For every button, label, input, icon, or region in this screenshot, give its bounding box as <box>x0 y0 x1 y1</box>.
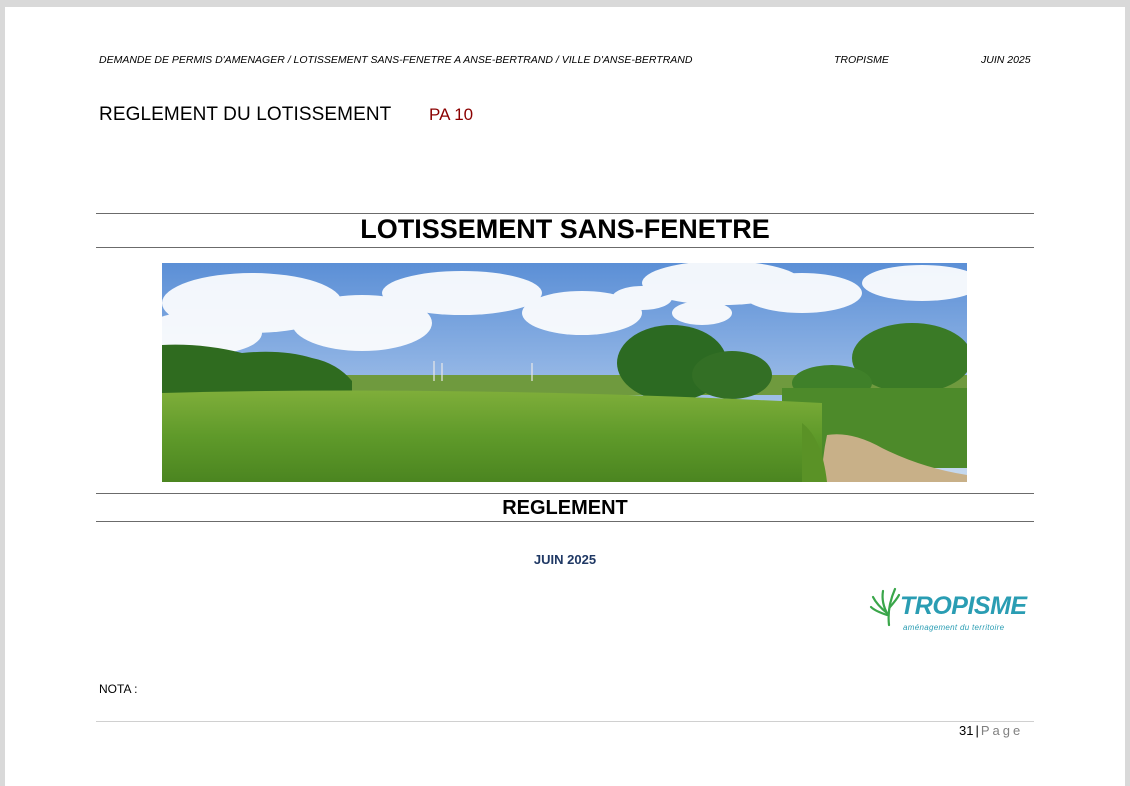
document-title: REGLEMENT DU LOTISSEMENT <box>99 104 392 125</box>
header-date: JUIN 2025 <box>981 54 1031 66</box>
landscape-photo <box>162 263 967 482</box>
main-title: LOTISSEMENT SANS-FENETRE <box>360 214 770 244</box>
page-number-value: 31 <box>959 723 974 738</box>
subtitle: REGLEMENT <box>502 497 628 519</box>
logo-tagline: aménagement du territoire <box>903 623 1005 632</box>
header-left-text: DEMANDE DE PERMIS D'AMENAGER / LOTISSEME… <box>99 54 693 66</box>
logo-wordmark: TROPISME <box>900 592 1027 620</box>
header-company: TROPISME <box>834 54 889 66</box>
subtitle-top-rule <box>96 493 1034 494</box>
page-separator: | <box>975 723 979 738</box>
title-bottom-rule <box>96 247 1034 248</box>
cover-date: JUIN 2025 <box>533 552 597 567</box>
document-code: PA 10 <box>429 105 474 124</box>
document-page: DEMANDE DE PERMIS D'AMENAGER / LOTISSEME… <box>5 7 1125 786</box>
palm-icon <box>869 587 901 627</box>
subtitle-bottom-rule <box>96 521 1034 522</box>
nota-label: NOTA : <box>99 682 138 696</box>
page-number: 31 | Page <box>959 723 1023 738</box>
footer-rule <box>96 721 1034 722</box>
tropisme-logo: TROPISME aménagement du territoire <box>869 585 1029 635</box>
page-label: Page <box>980 723 1024 738</box>
